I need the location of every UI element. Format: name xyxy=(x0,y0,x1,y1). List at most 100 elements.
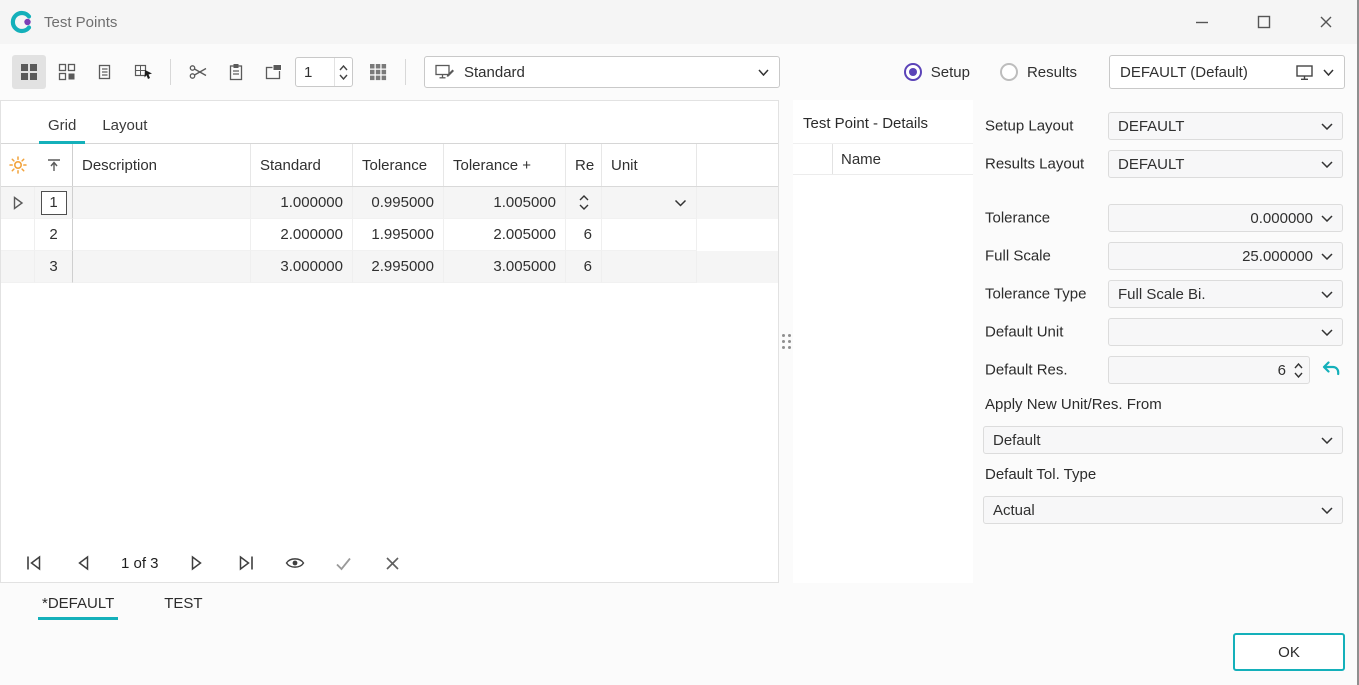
standard-cell[interactable]: 2.000000 xyxy=(251,219,353,251)
chevron-down-icon xyxy=(1321,123,1333,130)
row-count-spinner[interactable]: 1 xyxy=(295,57,353,87)
minimize-button[interactable] xyxy=(1171,0,1233,44)
grid-columns-button[interactable] xyxy=(361,55,395,89)
res-cell[interactable]: 6 xyxy=(566,219,602,251)
description-cell[interactable] xyxy=(73,219,251,251)
spinner-arrows[interactable] xyxy=(1294,363,1303,378)
description-cell[interactable] xyxy=(73,251,251,283)
column-header-tolerance-minus[interactable]: Tolerance xyxy=(353,144,444,186)
auto-height-icon xyxy=(46,157,62,173)
cancel-edit-button[interactable] xyxy=(382,552,404,574)
tolerance-plus-cell[interactable]: 2.005000 xyxy=(444,219,566,251)
current-row-icon xyxy=(12,196,24,210)
maximize-button[interactable] xyxy=(1233,0,1295,44)
column-header-standard[interactable]: Standard xyxy=(251,144,353,186)
close-button[interactable] xyxy=(1295,0,1357,44)
row-gutter xyxy=(1,251,35,283)
tolerance-minus-cell[interactable]: 0.995000 xyxy=(353,187,444,219)
tolerance-plus-cell[interactable]: 1.005000 xyxy=(444,187,566,219)
undo-icon xyxy=(1321,361,1341,379)
chevron-down-icon xyxy=(1321,507,1333,514)
unit-cell[interactable] xyxy=(602,251,697,283)
default-res-spinner[interactable]: 6 xyxy=(1108,356,1310,384)
setup-radio-icon xyxy=(904,63,922,81)
unit-cell[interactable] xyxy=(602,187,697,219)
standard-cell[interactable]: 1.000000 xyxy=(251,187,353,219)
copy-grid-button[interactable] xyxy=(88,55,122,89)
tab-grid[interactable]: Grid xyxy=(35,108,89,143)
res-cell[interactable]: 6 xyxy=(566,251,602,283)
details-gutter xyxy=(793,144,833,174)
header-row-selector[interactable] xyxy=(35,144,73,186)
column-header-res[interactable]: Re xyxy=(566,144,602,186)
default-tol-type-combo[interactable]: Actual xyxy=(983,496,1343,524)
sheet-tab-default[interactable]: *DEFAULT xyxy=(40,587,116,620)
insert-block-icon xyxy=(265,63,283,81)
table-row[interactable]: 3 3.000000 2.995000 3.005000 6 xyxy=(1,251,778,283)
paste-button[interactable] xyxy=(219,55,253,89)
table-row[interactable]: 2 2.000000 1.995000 2.005000 6 xyxy=(1,219,778,251)
chevron-down-icon xyxy=(1321,437,1333,444)
insert-block-button[interactable] xyxy=(257,55,291,89)
column-header-unit[interactable]: Unit xyxy=(602,144,697,186)
details-name-header[interactable]: Name xyxy=(833,144,973,174)
row-number-cell[interactable]: 1 xyxy=(35,187,73,219)
tab-layout[interactable]: Layout xyxy=(89,108,160,143)
card-view-button[interactable] xyxy=(50,55,84,89)
default-unit-combo[interactable] xyxy=(1108,318,1343,346)
res-cell[interactable] xyxy=(566,187,602,219)
cut-button[interactable] xyxy=(181,55,215,89)
full-scale-combo[interactable]: 25.000000 xyxy=(1108,242,1343,270)
unit-cell[interactable] xyxy=(602,219,697,251)
screen-edit-icon xyxy=(435,63,455,81)
res-spinner[interactable] xyxy=(579,195,589,210)
layout-profile-dropdown[interactable]: DEFAULT (Default) xyxy=(1109,55,1345,89)
results-radio-label: Results xyxy=(1027,64,1077,81)
nav-first-button[interactable] xyxy=(23,552,45,574)
paste-icon xyxy=(227,63,245,81)
nav-prev-button[interactable] xyxy=(72,552,94,574)
grid-columns-icon xyxy=(369,63,387,81)
sheet-tab-test[interactable]: TEST xyxy=(162,587,204,620)
column-header-description[interactable]: Description xyxy=(73,144,251,186)
tolerance-type-label: Tolerance Type xyxy=(985,286,1086,303)
preview-button[interactable] xyxy=(284,552,306,574)
header-gutter[interactable] xyxy=(1,144,35,186)
standard-cell[interactable]: 3.000000 xyxy=(251,251,353,283)
commit-button[interactable] xyxy=(333,552,355,574)
window-title: Test Points xyxy=(44,14,117,31)
apply-from-combo[interactable]: Default xyxy=(983,426,1343,454)
tolerance-combo[interactable]: 0.000000 xyxy=(1108,204,1343,232)
titlebar: Test Points xyxy=(0,0,1357,44)
unit-dropdown-chevron-icon[interactable] xyxy=(674,199,687,207)
panel-splitter[interactable] xyxy=(779,100,793,583)
mode-radio-setup[interactable]: Setup xyxy=(904,63,970,81)
table-view-button[interactable] xyxy=(12,55,46,89)
nav-first-icon xyxy=(25,555,43,571)
undo-button[interactable] xyxy=(1319,359,1343,381)
default-unit-label: Default Unit xyxy=(985,324,1063,341)
ok-button[interactable]: OK xyxy=(1233,633,1345,671)
grid-cursor-button[interactable] xyxy=(126,55,160,89)
description-cell[interactable] xyxy=(73,187,251,219)
tolerance-type-combo[interactable]: Full Scale Bi. xyxy=(1108,280,1343,308)
nav-next-icon xyxy=(190,555,204,571)
nav-next-button[interactable] xyxy=(186,552,208,574)
table-row[interactable]: 1 1.000000 0.995000 1.005000 xyxy=(1,187,778,219)
default-res-label: Default Res. xyxy=(985,362,1068,379)
toolbar-separator xyxy=(170,59,171,85)
column-header-tolerance-plus[interactable]: Tolerance + xyxy=(444,144,566,186)
row-number[interactable]: 2 xyxy=(35,219,73,251)
setup-layout-combo[interactable]: DEFAULT xyxy=(1108,112,1343,140)
row-number[interactable]: 3 xyxy=(35,251,73,283)
spinner-arrows[interactable] xyxy=(334,58,352,86)
tolerance-minus-cell[interactable]: 2.995000 xyxy=(353,251,444,283)
nav-last-button[interactable] xyxy=(235,552,257,574)
full-scale-label: Full Scale xyxy=(985,248,1051,265)
grid-style-combo[interactable]: Standard xyxy=(424,56,780,88)
mode-radio-results[interactable]: Results xyxy=(1000,63,1077,81)
tolerance-plus-cell[interactable]: 3.005000 xyxy=(444,251,566,283)
results-layout-combo[interactable]: DEFAULT xyxy=(1108,150,1343,178)
full-scale-value: 25.000000 xyxy=(1118,248,1321,265)
tolerance-minus-cell[interactable]: 1.995000 xyxy=(353,219,444,251)
